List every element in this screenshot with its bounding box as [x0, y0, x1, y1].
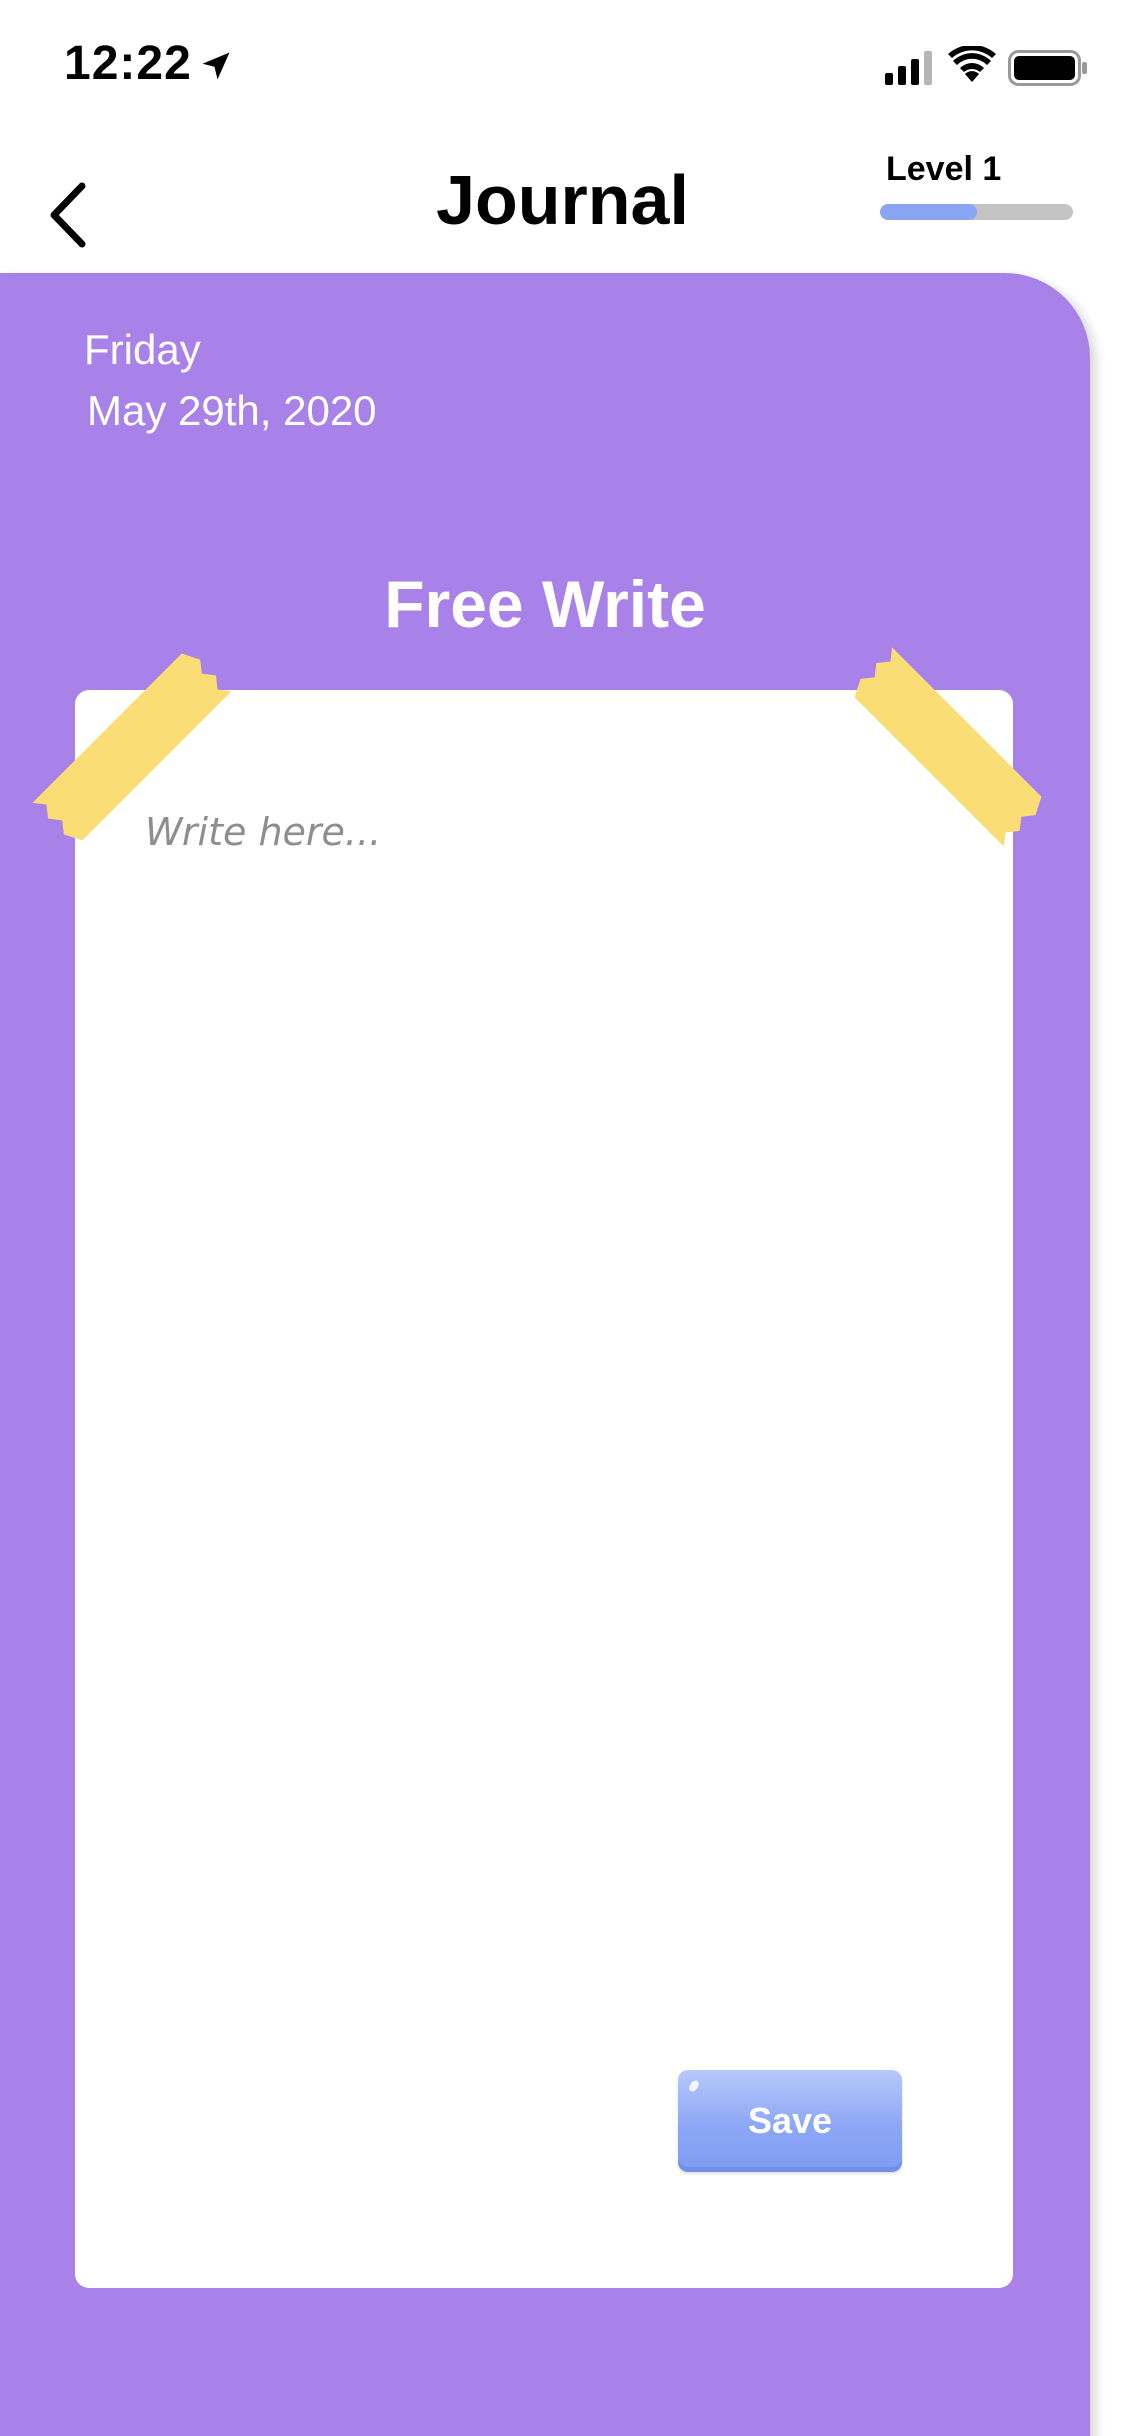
status-bar: 12:22 [0, 0, 1125, 135]
status-time: 12:22 [64, 37, 192, 90]
journal-screen: 12:22 Journal Level 1 Friday May 29th, 2… [0, 0, 1125, 2436]
battery-icon [1008, 50, 1087, 86]
wifi-icon [948, 46, 996, 82]
entry-date: May 29th, 2020 [87, 387, 377, 434]
section-title: Free Write [384, 567, 706, 641]
level-label: Level 1 [886, 150, 1002, 188]
level-progress-fill [880, 204, 977, 220]
save-button-label: Save [747, 2100, 833, 2141]
journal-text-input[interactable] [145, 810, 945, 2010]
level-progress-bar [880, 204, 1073, 220]
save-button[interactable]: Save [678, 2070, 902, 2172]
location-arrow-icon [202, 52, 230, 80]
signal-icon [885, 51, 932, 85]
entry-day: Friday [84, 326, 201, 373]
button-shine [687, 2078, 701, 2094]
